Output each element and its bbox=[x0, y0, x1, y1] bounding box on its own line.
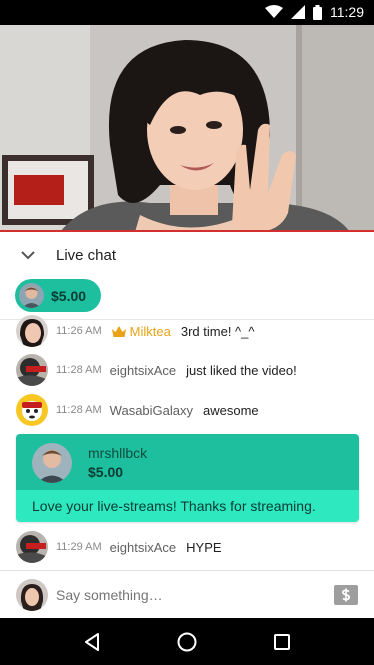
avatar bbox=[16, 531, 48, 563]
message-time: 11:29 AM bbox=[56, 541, 102, 553]
battery-icon bbox=[313, 4, 322, 20]
paid-message-body: Love your live-streams! Thanks for strea… bbox=[16, 490, 359, 522]
message-author[interactable]: eightsixAce bbox=[110, 363, 176, 378]
video-frame bbox=[0, 25, 374, 232]
chat-input[interactable] bbox=[56, 586, 316, 603]
chevron-down-icon bbox=[21, 250, 35, 259]
wifi-icon bbox=[265, 5, 283, 18]
avatar bbox=[32, 443, 72, 483]
status-time: 11:29 bbox=[330, 4, 364, 20]
user-avatar bbox=[16, 578, 48, 611]
avatar bbox=[16, 394, 48, 426]
chat-message[interactable]: 11:28 AM WasabiGalaxy awesome bbox=[16, 394, 366, 426]
avatar bbox=[19, 283, 44, 308]
avatar bbox=[16, 315, 48, 347]
paid-message-amount: $5.00 bbox=[88, 464, 124, 480]
chat-message[interactable]: 11:29 AM eightsixAce HYPE bbox=[16, 531, 366, 563]
chat-input-bar bbox=[0, 571, 374, 618]
chat-title: Live chat bbox=[56, 246, 117, 264]
message-time: 11:28 AM bbox=[56, 404, 102, 416]
paid-message-text: Love your live-streams! Thanks for strea… bbox=[32, 498, 316, 514]
navigation-bar bbox=[0, 618, 374, 665]
chat-header: Live chat bbox=[0, 232, 374, 278]
crown-icon bbox=[111, 325, 126, 337]
message-time: 11:28 AM bbox=[56, 364, 102, 376]
home-button[interactable] bbox=[167, 622, 207, 662]
message-text: HYPE bbox=[186, 539, 222, 555]
status-bar: 11:29 bbox=[0, 0, 374, 25]
message-text: awesome bbox=[203, 402, 259, 418]
message-author[interactable]: eightsixAce bbox=[110, 540, 176, 555]
home-icon bbox=[177, 632, 197, 651]
paid-message-author[interactable]: mrshllbck bbox=[88, 445, 147, 461]
message-text: just liked the video! bbox=[186, 362, 297, 378]
message-text: 3rd time! ^_^ bbox=[180, 323, 255, 339]
paid-message-card[interactable]: mrshllbck $5.00 Love your live-streams! … bbox=[16, 434, 359, 522]
paid-message-header: mrshllbck $5.00 bbox=[16, 434, 359, 490]
collapse-chat-button[interactable] bbox=[0, 232, 56, 278]
video-player[interactable] bbox=[0, 25, 374, 232]
signal-icon bbox=[291, 5, 305, 19]
recents-button[interactable] bbox=[262, 622, 302, 662]
ticker-amount: $5.00 bbox=[51, 287, 87, 304]
chat-message[interactable]: 11:28 AM eightsixAce just liked the vide… bbox=[16, 354, 366, 386]
send-money-button[interactable] bbox=[334, 585, 358, 605]
superchat-ticker[interactable]: $5.00 bbox=[15, 279, 101, 312]
status-icons: 11:29 bbox=[265, 4, 364, 20]
recents-icon bbox=[273, 633, 290, 650]
back-icon bbox=[85, 632, 100, 651]
message-time: 11:26 AM bbox=[56, 325, 102, 337]
avatar bbox=[16, 354, 48, 386]
back-button[interactable] bbox=[72, 622, 112, 662]
dollar-icon bbox=[341, 588, 351, 602]
chat-message[interactable]: 11:26 AM Milktea 3rd time! ^_^ bbox=[16, 315, 366, 347]
message-author[interactable]: WasabiGalaxy bbox=[110, 403, 193, 418]
message-author[interactable]: Milktea bbox=[130, 324, 171, 339]
